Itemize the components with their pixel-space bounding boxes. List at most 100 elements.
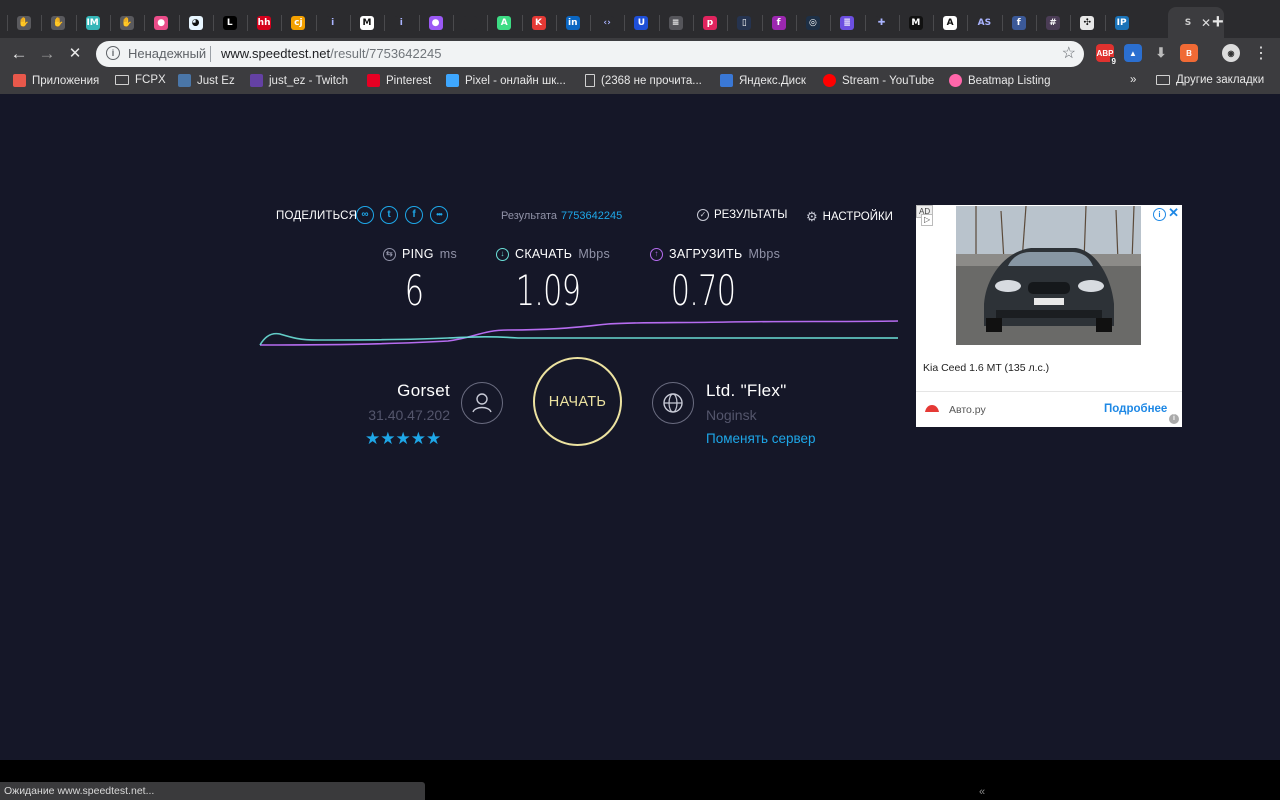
- browser-tab[interactable]: ‹›: [590, 7, 624, 38]
- browser-tab[interactable]: ≣: [830, 7, 864, 38]
- browser-tab[interactable]: f: [761, 7, 796, 38]
- browser-tab[interactable]: ●: [144, 7, 178, 38]
- browser-tab[interactable]: ◎: [795, 7, 830, 38]
- browser-tab[interactable]: M: [898, 7, 933, 38]
- facebook-icon: f: [1011, 15, 1026, 30]
- info-icon[interactable]: i: [106, 46, 120, 60]
- browser-tab[interactable]: ✣: [1070, 7, 1104, 38]
- tab-close-icon[interactable]: ✕: [1201, 16, 1211, 30]
- browser-tab[interactable]: in: [555, 7, 590, 38]
- bookmark-item[interactable]: just_ez - Twitch: [250, 74, 348, 87]
- browser-tab[interactable]: A: [487, 7, 521, 38]
- ad-car-image[interactable]: [956, 206, 1141, 345]
- browser-tab[interactable]: ▯: [727, 7, 761, 38]
- browser-tab[interactable]: ≡: [658, 7, 693, 38]
- stop-loading-icon[interactable]: ✕: [63, 42, 87, 66]
- bookmark-item[interactable]: FCPX: [115, 74, 166, 86]
- ping-value: 6: [404, 266, 424, 315]
- ad-footer: Авто.ру Подробнее i: [916, 391, 1182, 428]
- link-icon[interactable]: ∞: [356, 206, 374, 224]
- avatar-icon[interactable]: ◉: [1222, 44, 1240, 62]
- download-icon[interactable]: ⬇: [1152, 44, 1170, 62]
- abp-icon[interactable]: ABP 9: [1096, 44, 1118, 66]
- upload-header: ↑ ЗАГРУЗИТЬ Mbps: [650, 247, 780, 261]
- slack-icon: ✣: [1080, 15, 1095, 30]
- url-text[interactable]: www.speedtest.net/result/7753642245: [221, 46, 441, 61]
- menu-dots-icon[interactable]: ⋮: [1249, 42, 1273, 66]
- browser-tab[interactable]: IM: [75, 7, 110, 38]
- bookmark-item[interactable]: Just Ez: [178, 74, 235, 87]
- ad-title[interactable]: Kia Ceed 1.6 MT (135 л.с.): [923, 362, 1049, 374]
- start-button[interactable]: НАЧАТЬ: [533, 357, 622, 446]
- address-bar[interactable]: i Ненадежный www.speedtest.net/result/77…: [96, 41, 1084, 67]
- dribbble-icon: ●: [154, 15, 169, 30]
- facebook-icon[interactable]: f: [405, 206, 423, 224]
- result-id-link[interactable]: 7753642245: [561, 210, 622, 222]
- tab-separator: [521, 15, 523, 31]
- status-bar: Ожидание www.speedtest.net...: [0, 782, 425, 800]
- ad-more-link[interactable]: Подробнее: [1104, 403, 1167, 415]
- change-server-link[interactable]: Поменять сервер: [706, 431, 816, 446]
- ad-close-icon[interactable]: ✕: [1168, 205, 1179, 221]
- more-share-icon[interactable]: •••: [430, 206, 448, 224]
- bookmark-label: Stream - YouTube: [842, 74, 935, 87]
- security-label[interactable]: Ненадежный: [128, 46, 206, 61]
- ip-icon: IP: [1114, 15, 1129, 30]
- bookmark-item[interactable]: Pixel - онлайн шк...: [446, 74, 566, 87]
- browser-tab[interactable]: M: [350, 7, 384, 38]
- bookmark-item[interactable]: Beatmap Listing: [949, 74, 1050, 87]
- hh-icon: hh: [257, 15, 272, 30]
- bookmark-label: Beatmap Listing: [968, 74, 1051, 87]
- upload-value: 0.70: [670, 266, 736, 315]
- tab-separator: [75, 15, 77, 31]
- bookmark-label: Pinterest: [386, 74, 432, 87]
- browser-tab[interactable]: IP: [1104, 7, 1139, 38]
- browser-tab[interactable]: [452, 7, 487, 38]
- browser-tab[interactable]: AS: [967, 7, 1001, 38]
- browser-tab[interactable]: f: [1001, 7, 1036, 38]
- shield-icon: U: [634, 15, 649, 30]
- ad-info-small-icon[interactable]: i: [1169, 414, 1179, 424]
- bookmark-item[interactable]: Приложения: [13, 74, 99, 87]
- bookmark-item[interactable]: Яндекс.Диск: [720, 74, 806, 87]
- isp-rating-stars[interactable]: ★★★★★: [365, 429, 441, 449]
- ad-choices-icon[interactable]: ▷: [921, 214, 934, 226]
- browser-tab[interactable]: ●: [418, 7, 453, 38]
- bookmark-star-icon[interactable]: ☆: [1062, 43, 1076, 63]
- other-bookmarks-folder[interactable]: Другие закладки: [1156, 74, 1264, 86]
- browser-tab[interactable]: ◕: [178, 7, 213, 38]
- browser-tab[interactable]: p: [693, 7, 727, 38]
- twitter-icon[interactable]: t: [380, 206, 398, 224]
- browser-tab[interactable]: ✋: [109, 7, 144, 38]
- triangle-icon[interactable]: ▲: [1124, 44, 1142, 62]
- browser-tab[interactable]: hh: [247, 7, 281, 38]
- browser-tab[interactable]: ✋: [7, 7, 41, 38]
- browser-tab[interactable]: i: [315, 7, 350, 38]
- browser-tab[interactable]: ✚: [864, 7, 899, 38]
- ad-banner[interactable]: AD ▷ i ✕ Kia Ceed 1.6 MT (135 л.с.) Авто…: [916, 205, 1182, 427]
- new-tab-button[interactable]: +: [1212, 8, 1224, 36]
- browser-tab[interactable]: cj: [281, 7, 315, 38]
- b-icon[interactable]: B: [1180, 44, 1198, 62]
- linkedin-icon: in: [565, 15, 580, 30]
- results-nav-link[interactable]: ✓ РЕЗУЛЬТАТЫ: [697, 209, 787, 221]
- browser-tab[interactable]: U: [624, 7, 658, 38]
- bookmarks-overflow-button[interactable]: »: [1130, 74, 1136, 86]
- forward-arrow-icon[interactable]: →: [35, 42, 59, 66]
- ad-info-icon[interactable]: i: [1153, 208, 1166, 221]
- bookmark-item[interactable]: Stream - YouTube: [823, 74, 934, 87]
- browser-tab[interactable]: ✋: [41, 7, 75, 38]
- browser-tab[interactable]: A: [933, 7, 967, 38]
- bookmark-item[interactable]: Pinterest: [367, 74, 431, 87]
- browser-tab[interactable]: K: [521, 7, 556, 38]
- download-label: СКАЧАТЬ: [515, 247, 573, 261]
- browser-tab[interactable]: L: [212, 7, 247, 38]
- disk-icon: [720, 74, 733, 87]
- browser-tab[interactable]: i: [384, 7, 418, 38]
- settings-nav-link[interactable]: ⚙ НАСТРОЙКИ: [806, 209, 893, 225]
- tab-separator: [658, 15, 660, 31]
- bookmark-item[interactable]: (2368 не прочита...: [585, 74, 702, 87]
- back-arrow-icon[interactable]: ←: [7, 42, 31, 66]
- browser-tab[interactable]: #: [1036, 7, 1070, 38]
- upload-arrow-icon: ↑: [650, 247, 663, 261]
